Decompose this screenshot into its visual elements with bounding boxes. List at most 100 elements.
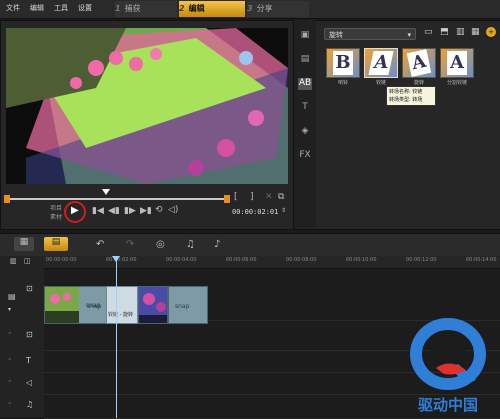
view-icon[interactable]: ▥ [456, 27, 465, 37]
overlay-track-icon[interactable]: ⊡ [26, 330, 33, 339]
timecode-stepper[interactable]: ⇕ [281, 207, 286, 214]
transition-thumb-rotate[interactable]: A [402, 48, 436, 78]
thumb-label: 分割铰链 [446, 80, 467, 86]
thumb-label: 铰链 [375, 80, 386, 86]
transition-thumb-split-hinge[interactable]: A [440, 48, 474, 78]
step-label: 捕获 [124, 4, 141, 13]
audio-mixer-icon[interactable]: ♫ [186, 239, 195, 250]
ripple-edit-icon[interactable]: ◫ [24, 257, 31, 265]
clip-caption: snap [86, 302, 101, 309]
transition-glyph: A [447, 51, 467, 75]
library-sidebar: ▣ ▤ AB T ◈ FX [294, 20, 316, 228]
step-label: 编辑 [188, 4, 205, 13]
transition-clip-label: 铰链 - 旋转 [108, 312, 133, 318]
video-clip[interactable]: snap [168, 286, 208, 324]
video-clip[interactable]: snap [44, 286, 114, 324]
repeat-icon[interactable]: ⟲ [155, 205, 163, 215]
menu-settings[interactable]: 设置 [78, 3, 92, 13]
instant-project-icon[interactable]: ▤ [298, 54, 312, 66]
graphic-icon[interactable]: ◈ [298, 126, 312, 138]
auto-music-icon[interactable]: ♪ [214, 239, 220, 250]
video-track[interactable]: snap 铰链 - 旋转 snap snap [44, 268, 500, 324]
transition-thumb-hinge[interactable]: A [364, 48, 398, 78]
ruler-tick: 00:00:14:00 [466, 257, 497, 263]
redo-icon[interactable]: ↷ [126, 239, 134, 250]
tooltip-type: 转场类型: 转场 [389, 97, 423, 103]
playhead-handle[interactable] [112, 256, 120, 262]
next-frame-icon[interactable]: ▮▶ [124, 206, 136, 216]
show-all-tracks-icon[interactable]: ▥ [10, 257, 17, 265]
add-favorite-icon[interactable]: + [486, 27, 496, 37]
track-visibility-icon[interactable]: ◦ [8, 356, 12, 363]
video-track-icon[interactable]: ▤ [8, 292, 16, 301]
filter-icon[interactable]: FX [298, 150, 312, 162]
preview-screen [6, 28, 288, 184]
track-expand-icon[interactable]: ▾ [8, 306, 11, 313]
transition-glyph: B [333, 51, 353, 75]
ruler-tick: 00:00:06:00 [226, 257, 257, 263]
tooltip-name: 转场名称: 铰链 [389, 89, 423, 95]
step-capture[interactable]: 1 捕获 [115, 1, 177, 17]
scrubber-handle[interactable] [102, 189, 110, 195]
prev-frame-icon[interactable]: ◀▮ [108, 206, 120, 216]
step-share[interactable]: 3 分享 [247, 1, 309, 17]
step-number: 3 [247, 4, 253, 13]
step-number: 1 [115, 4, 121, 13]
voice-track-icon[interactable]: ◁ [26, 378, 32, 387]
category-dropdown[interactable]: 旋转 ▾ [324, 28, 416, 40]
track-visibility-icon[interactable]: ◦ [8, 378, 12, 385]
playback-controls: 项目 素材 ▶ ▮◀ ◀▮ ▮▶ ▶▮ ⟲ ◁) 00:00:02:01 ⇕ [0, 199, 292, 227]
volume-icon[interactable]: ◁) [168, 205, 178, 215]
track-visibility-icon[interactable]: ◦ [8, 400, 12, 407]
watermark-logo: 驱动中国 [400, 318, 496, 414]
video-track-header: ▤ ⊡ ▾ [0, 268, 44, 321]
music-track-icon[interactable]: ♫ [26, 400, 33, 409]
timeline-view-icon[interactable]: ▤ [44, 237, 68, 251]
timeline-toolbar: ▦ ▤ ↶ ↷ ◎ ♫ ♪ [0, 233, 500, 257]
folder-icon[interactable]: ▭ [424, 27, 433, 37]
transition-thumb-ring[interactable]: B [326, 48, 360, 78]
home-icon[interactable]: ▮◀ [92, 206, 104, 216]
undo-icon[interactable]: ↶ [96, 239, 104, 250]
title-track-header: T ◦ [0, 350, 44, 373]
music-track-header: ♫ ◦ [0, 394, 44, 419]
end-icon[interactable]: ▶▮ [140, 206, 152, 216]
storyboard-view-icon[interactable]: ▦ [14, 237, 34, 251]
media-icon[interactable]: ▣ [298, 30, 312, 42]
timecode[interactable]: 00:00:02:01 [232, 208, 280, 218]
title-icon[interactable]: T [298, 102, 312, 114]
project-label[interactable]: 项目 [50, 203, 62, 212]
play-button[interactable]: ▶ [71, 205, 79, 216]
ruler-tick: 00:00:12:00 [406, 257, 437, 263]
thumb-label: 旋转 [413, 80, 424, 86]
playhead[interactable] [116, 256, 117, 418]
menu-file[interactable]: 文件 [6, 3, 20, 13]
clip-thumbnail [45, 287, 79, 323]
ruler-tick: 00:00:04:00 [166, 257, 197, 263]
sort-icon[interactable]: ▦ [471, 27, 480, 37]
video-clip[interactable] [138, 286, 168, 324]
clip-label[interactable]: 素材 [50, 212, 62, 221]
watermark-text: 驱动中国 [417, 396, 478, 414]
clip-thumbnail [139, 287, 167, 323]
preview-image [6, 28, 288, 184]
transition-tooltip: 转场名称: 铰链 转场类型: 转场 [386, 86, 436, 106]
menu-tools[interactable]: 工具 [54, 3, 68, 13]
ruler-tick: 00:00:10:00 [346, 257, 377, 263]
import-icon[interactable]: ⬒ [440, 27, 449, 37]
track-lock-icon[interactable]: ⊡ [26, 284, 33, 293]
ruler-tick: 00:00:08:00 [286, 257, 317, 263]
logo-mark [410, 318, 486, 390]
ruler-tick: 00:00:00:00 [46, 257, 77, 263]
menu-edit[interactable]: 编辑 [30, 3, 44, 13]
track-visibility-icon[interactable]: ◦ [8, 330, 12, 337]
transition-glyph: A [406, 49, 432, 77]
record-capture-icon[interactable]: ◎ [156, 239, 165, 250]
step-edit[interactable]: 2 编辑 [179, 1, 245, 17]
transition-glyph: A [368, 51, 394, 75]
title-track-icon[interactable]: T [26, 356, 31, 365]
chevron-down-icon: ▾ [407, 31, 411, 39]
step-label: 分享 [256, 4, 273, 13]
transition-clip[interactable]: 铰链 - 旋转 [106, 286, 138, 324]
transition-icon[interactable]: AB [298, 78, 312, 90]
